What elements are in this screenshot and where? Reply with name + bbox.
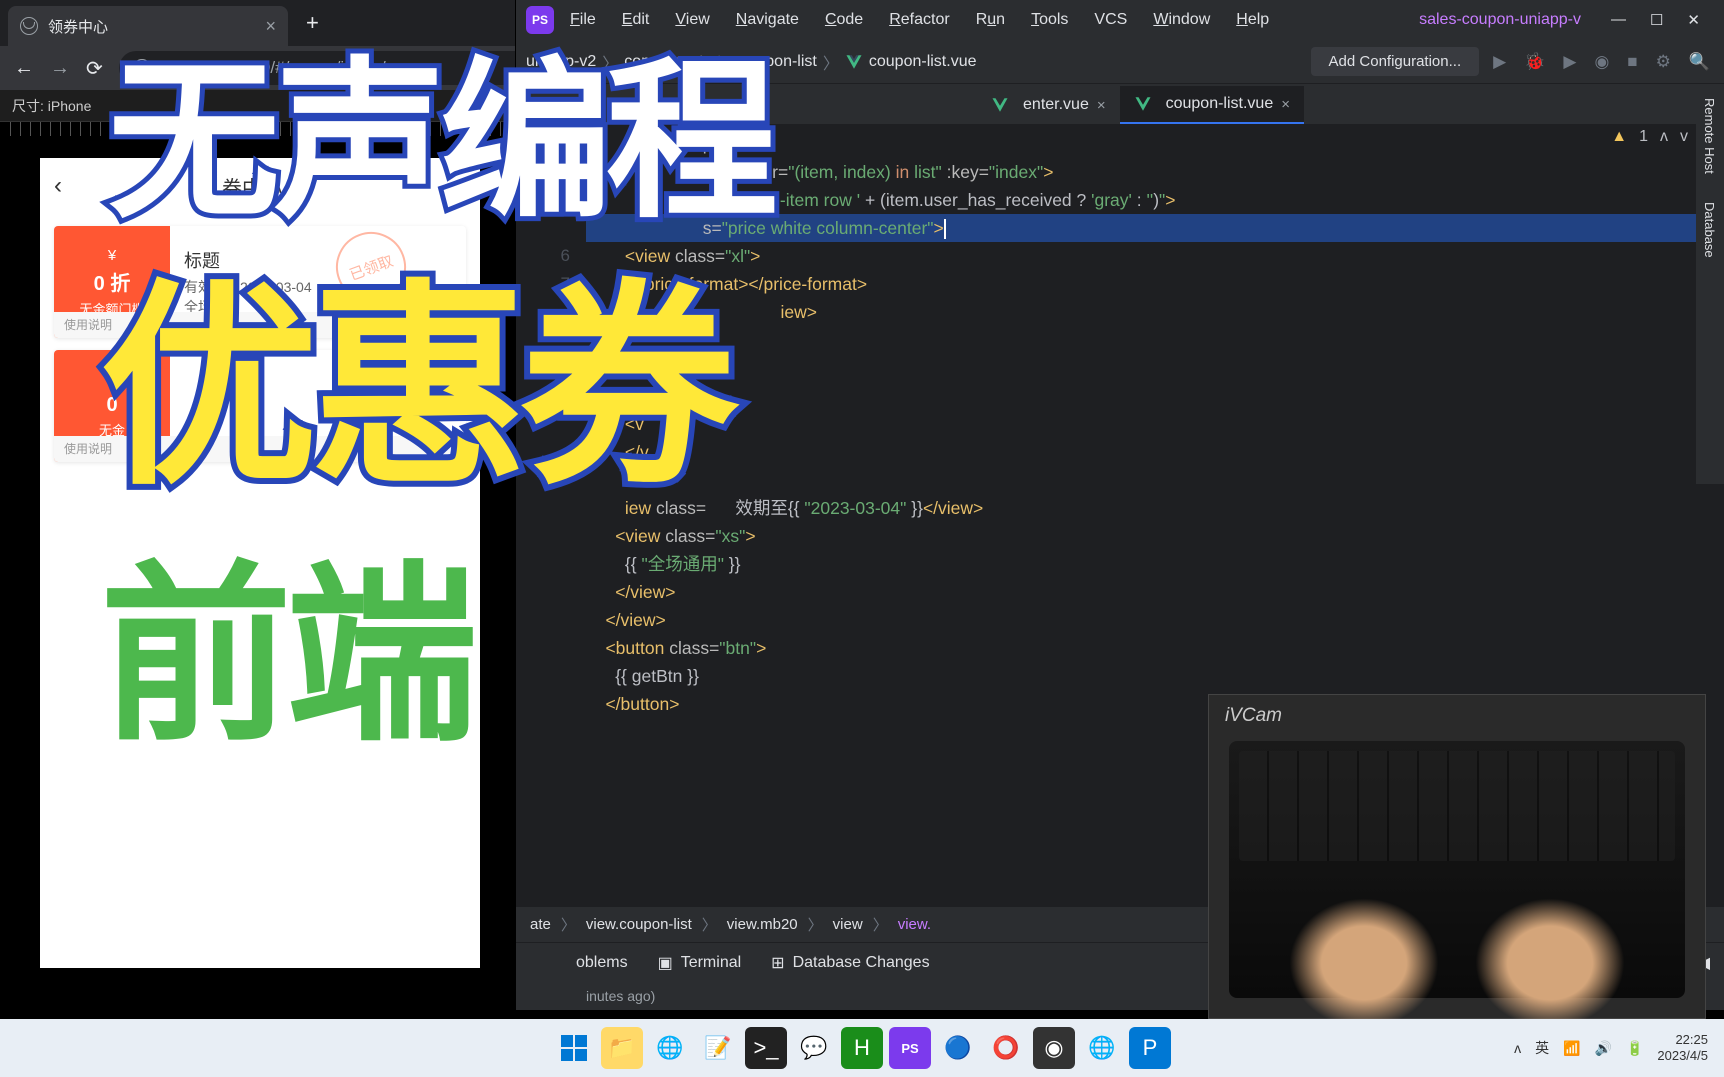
maximize-button[interactable]: ☐ [1650,11,1663,29]
usage-link[interactable]: 使用说明 [54,436,466,462]
debug-button[interactable]: 🐞 [1524,52,1545,72]
back-button[interactable]: ← [14,57,34,80]
app-icon[interactable]: 🔵 [937,1027,979,1069]
menu-edit[interactable]: Edit [612,7,660,33]
tab-title: 领券中心 [48,16,108,37]
app-icon[interactable]: 📝 [697,1027,739,1069]
menu-refactor[interactable]: Refactor [879,7,959,33]
globe-icon [20,17,38,35]
menu-view[interactable]: View [665,7,719,33]
next-highlight-button[interactable]: v [1680,128,1688,146]
project-name: sales-coupon-uniapp-v [1419,11,1591,29]
chrome-icon[interactable]: 🌐 [649,1027,691,1069]
run-button[interactable]: ▶ [1493,52,1506,72]
phone-back-button[interactable]: ‹ [54,172,62,200]
line-gutter: 6 7 [516,124,586,906]
close-icon[interactable]: × [1281,96,1290,113]
battery-icon[interactable]: 🔋 [1626,1040,1643,1057]
menu-run[interactable]: Run [966,7,1015,33]
menu-window[interactable]: Window [1143,7,1220,33]
menu-help[interactable]: Help [1226,7,1279,33]
vue-icon [991,96,1009,114]
usage-link[interactable]: 使用说明 [54,312,466,338]
close-icon[interactable]: × [1097,97,1106,114]
preview-panel: ‹ 券中心 ¥ 0 折 无金额门槛 标题 有效期至2023-03-04 全场通用… [0,122,515,1010]
coupon-item[interactable]: ¥ 0 无金 使用说明 [54,350,466,462]
run-config-dropdown[interactable]: Add Configuration... [1311,47,1480,76]
windows-taskbar[interactable]: 📁 🌐 📝 >_ 💬 H PS 🔵 ⭕ ◉ 🌐 P ʌ 英 📶 🔊 🔋 22:2… [0,1019,1724,1077]
close-icon[interactable]: × [265,16,276,37]
build-button[interactable]: ⚙ [1656,52,1671,72]
search-button[interactable]: 🔍 [1689,52,1710,72]
menu-file[interactable]: File [560,7,606,33]
close-button[interactable]: ✕ [1687,11,1700,29]
phone-frame: ‹ 券中心 ¥ 0 折 无金额门槛 标题 有效期至2023-03-04 全场通用… [40,158,480,968]
terminal-icon[interactable]: >_ [745,1027,787,1069]
warning-icon[interactable]: ▲ [1611,128,1627,146]
obs-icon[interactable]: ◉ [1033,1027,1075,1069]
info-icon[interactable]: i [133,59,151,77]
problems-panel[interactable]: oblems [576,954,628,972]
menu-tools[interactable]: Tools [1021,7,1078,33]
webcam-overlay: iVCam [1208,694,1706,1019]
forward-button[interactable]: → [50,57,70,80]
minimize-button[interactable]: — [1611,11,1626,29]
profile-button[interactable]: ◉ [1594,52,1609,72]
breadcrumb[interactable]: uniapp-v2〉 components〉 coupon-list〉 coup… [516,50,977,74]
menu-vcs[interactable]: VCS [1084,7,1137,33]
start-button[interactable] [553,1027,595,1069]
menu-navigate[interactable]: Navigate [726,7,809,33]
editor-tab[interactable]: coupon-list.vue × [1120,86,1304,124]
browser-tab[interactable]: 领券中心 × [8,6,288,46]
app-icon[interactable]: P [1129,1027,1171,1069]
chrome-icon[interactable]: 🌐 [1081,1027,1123,1069]
remote-host-panel[interactable]: Remote Host [1696,84,1723,188]
editor-tab[interactable]: enter.vue × [977,86,1120,124]
webcam-label: iVCam [1209,695,1705,737]
wechat-icon[interactable]: 💬 [793,1027,835,1069]
menu-code[interactable]: Code [815,7,873,33]
stop-button[interactable]: ■ [1627,52,1637,72]
phpstorm-icon[interactable]: PS [889,1027,931,1069]
warning-count: 1 [1639,128,1648,146]
new-tab-button[interactable]: + [306,10,319,36]
coverage-button[interactable]: ▶ [1563,52,1576,72]
prev-highlight-button[interactable]: ʌ [1660,128,1668,146]
ime-indicator[interactable]: 英 [1535,1038,1549,1058]
phpstorm-icon[interactable]: PS [526,6,554,34]
clock[interactable]: 22:25 2023/4/5 [1657,1032,1708,1063]
wifi-icon[interactable]: 📶 [1563,1040,1580,1057]
tray-chevron-icon[interactable]: ʌ [1514,1040,1521,1056]
coupon-item[interactable]: ¥ 0 折 无金额门槛 标题 有效期至2023-03-04 全场通用 已领取 使… [54,226,466,338]
phone-page-title: 券中心 [62,172,442,201]
vue-icon [1134,95,1152,113]
ruler [10,122,505,136]
app-icon[interactable]: ⭕ [985,1027,1027,1069]
reload-button[interactable]: ⟳ [86,56,103,81]
terminal-panel[interactable]: ▣ Terminal [658,953,742,973]
database-changes-panel[interactable]: ⊞ Database Changes [771,953,929,973]
explorer-icon[interactable]: 📁 [601,1027,643,1069]
volume-icon[interactable]: 🔊 [1595,1040,1612,1057]
vue-icon [845,53,863,71]
hbuilder-icon[interactable]: H [841,1027,883,1069]
url-host: localhost [161,58,228,78]
database-panel[interactable]: Database [1696,188,1723,272]
